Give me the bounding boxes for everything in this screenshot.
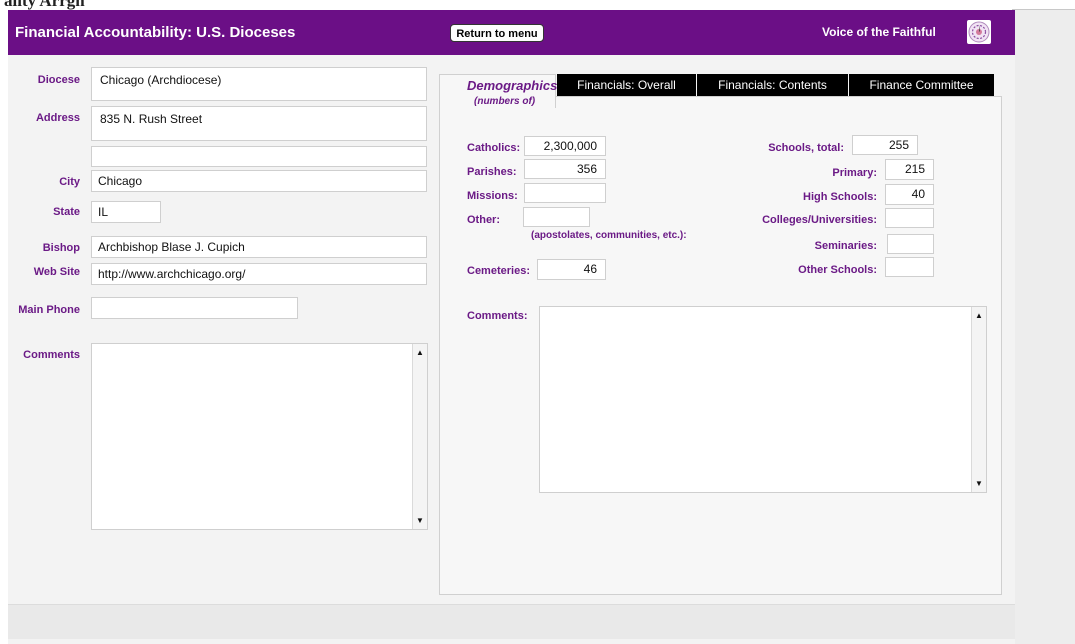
voice-of-the-faithful-logo-icon [967, 20, 991, 44]
tab-financials-overall[interactable]: Financials: Overall [557, 74, 696, 96]
parishes-field[interactable]: 356 [524, 159, 606, 179]
state-label: State [53, 206, 80, 218]
bishop-label: Bishop [42, 242, 80, 254]
scroll-up-icon[interactable]: ▲ [975, 311, 983, 320]
parishes-label: Parishes: [467, 166, 517, 178]
missions-label: Missions: [467, 190, 518, 202]
high-schools-field[interactable]: 40 [885, 184, 934, 205]
main-phone-field[interactable] [91, 297, 298, 319]
other-note: (apostolates, communities, etc.): [531, 230, 687, 241]
catholics-field[interactable]: 2,300,000 [524, 136, 606, 156]
high-schools-label: High Schools: [803, 191, 877, 203]
city-label: City [59, 176, 80, 188]
cemeteries-field[interactable]: 46 [537, 259, 606, 280]
schools-total-field[interactable]: 255 [852, 135, 918, 155]
demographics-comments-scrollbar[interactable]: ▲ ▼ [971, 307, 986, 492]
state-field[interactable]: IL [91, 201, 161, 223]
comments-scrollbar[interactable]: ▲ ▼ [412, 344, 427, 529]
catholics-label: Catholics: [467, 142, 521, 154]
city-field[interactable]: Chicago [91, 170, 427, 192]
diocese-field[interactable]: Chicago (Archdiocese) [91, 67, 427, 101]
comments-textarea[interactable]: ▲ ▼ [91, 343, 428, 530]
cemeteries-label: Cemeteries: [467, 265, 530, 277]
address-line1-field[interactable]: 835 N. Rush Street [91, 106, 427, 141]
page-top-fragment: ality Arrgh [4, 0, 85, 10]
tab-financials-contents[interactable]: Financials: Contents [697, 74, 848, 96]
return-to-menu-button[interactable]: Return to menu [450, 24, 544, 42]
comments-label: Comments [23, 349, 80, 361]
footer-bar [8, 604, 1015, 639]
header-bar: Financial Accountability: U.S. Dioceses … [8, 10, 1015, 55]
other-schools-field[interactable] [885, 257, 934, 277]
primary-field[interactable]: 215 [885, 159, 934, 180]
scroll-down-icon[interactable]: ▼ [975, 479, 983, 488]
tab-finance-committee[interactable]: Finance Committee [849, 74, 994, 96]
primary-label: Primary: [832, 167, 877, 179]
colleges-label: Colleges/Universities: [762, 214, 877, 226]
other-field[interactable] [523, 207, 590, 227]
demographics-comments-textarea[interactable]: ▲ ▼ [539, 306, 987, 493]
colleges-field[interactable] [885, 208, 934, 228]
scroll-down-icon[interactable]: ▼ [416, 516, 424, 525]
page-top-strip: ality Arrgh [0, 0, 1075, 10]
bishop-field[interactable]: Archbishop Blase J. Cupich [91, 236, 427, 258]
other-label: Other: [467, 214, 500, 226]
tab-demographics-label[interactable]: Demographics [467, 78, 557, 93]
other-schools-label: Other Schools: [798, 264, 877, 276]
tab-subtitle: (numbers of) [474, 96, 536, 107]
diocese-label: Diocese [37, 74, 80, 86]
seminaries-field[interactable] [887, 234, 934, 254]
main-phone-label: Main Phone [18, 304, 80, 316]
app-title: Financial Accountability: U.S. Dioceses [15, 24, 296, 41]
right-gutter [1015, 10, 1075, 644]
org-name: Voice of the Faithful [822, 25, 936, 39]
demographics-comments-label: Comments: [467, 310, 528, 322]
missions-field[interactable] [524, 183, 606, 203]
address-label: Address [35, 112, 80, 124]
schools-total-label: Schools, total: [768, 142, 844, 154]
seminaries-label: Seminaries: [814, 240, 877, 252]
website-label: Web Site [33, 266, 80, 278]
app-window: Financial Accountability: U.S. Dioceses … [8, 10, 1015, 644]
scroll-up-icon[interactable]: ▲ [416, 348, 424, 357]
address-line2-field[interactable] [91, 146, 427, 167]
website-field[interactable]: http://www.archchicago.org/ [91, 263, 427, 285]
